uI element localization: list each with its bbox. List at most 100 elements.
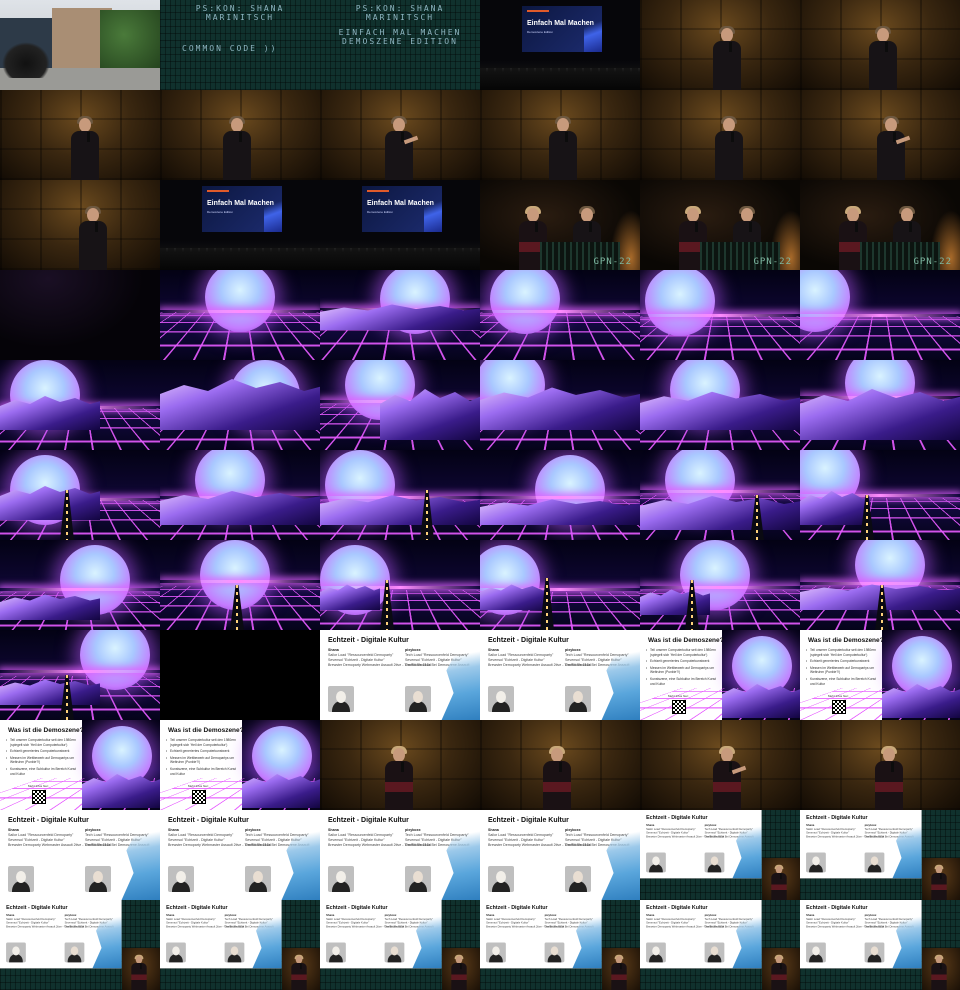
frame-tile [160, 630, 320, 720]
avatar-right [864, 942, 885, 963]
frame-tile: Was ist die Demoszene? Teil unserer Compu… [160, 720, 320, 810]
decorative-wave [252, 900, 282, 969]
frame-tile [800, 720, 960, 810]
speaker-figure [930, 864, 949, 900]
slide-title: Echtzeit - Digitale Kultur [166, 905, 228, 911]
qr-code [32, 790, 46, 804]
frame-tile [0, 360, 160, 450]
speaker-figure [866, 26, 900, 90]
slide-echtzeit: Echtzeit - Digitale Kultur Shana Sailor Lo… [320, 900, 442, 969]
speaker-camera [762, 948, 800, 990]
slide-echtzeit: Echtzeit - Digitale Kultur Shana Sailor Lo… [480, 810, 640, 900]
avatar-right [245, 866, 271, 892]
avatar-left [806, 852, 826, 873]
horizon-glow [160, 310, 320, 313]
bullet-item: Messen im Wettbewerb auf Demopartys um W… [166, 756, 240, 765]
slide-inset: Echtzeit - Digitale Kultur Shana Sailor Lo… [320, 900, 442, 969]
microphone-icon [780, 963, 782, 970]
frame-tile: Einfach Mal Machen Demoszene Edition [160, 180, 320, 270]
bullet-item: Teil unserer Computerkultur seit den 198… [646, 648, 720, 657]
microphone-icon [87, 132, 90, 142]
horizon-glow [640, 314, 800, 317]
frame-tile [320, 540, 480, 630]
microphone-icon [300, 963, 302, 970]
qr-caption: Mehr Infos hier: [188, 784, 209, 788]
microphone-icon [565, 132, 568, 142]
speaker-figure [546, 116, 580, 180]
avatar-right [85, 866, 111, 892]
frame-tile: Echtzeit - Digitale Kultur Shana Sailor Lo… [160, 810, 320, 900]
frame-tile [320, 270, 480, 360]
slide-echtzeit: Echtzeit - Digitale Kultur Shana Sailor Lo… [160, 810, 320, 900]
frame-tile: Echtzeit - Digitale Kultur Shana Sailor Lo… [800, 900, 960, 990]
slide-demoszene: Was ist die Demoszene? Teil unserer Compu… [640, 630, 800, 720]
frame-tile [800, 540, 960, 630]
microphone-icon [239, 132, 242, 142]
slide-title: Echtzeit - Digitale Kultur [646, 905, 708, 911]
frame-tile: Echtzeit - Digitale Kultur Shana Sailor Lo… [480, 900, 640, 990]
speaker-figure [382, 746, 416, 810]
slide-title: Was ist die Demoszene? [648, 637, 724, 644]
microphone-icon [589, 222, 592, 232]
projection-subtitle: Demoszene Edition [367, 210, 394, 214]
microphone-icon [620, 963, 622, 970]
microphone-icon [855, 222, 858, 232]
frame-tile: Echtzeit - Digitale Kultur Shana Sailor Lo… [480, 630, 640, 720]
frame-tile: Was ist die Demoszene? Teil unserer Compu… [800, 630, 960, 720]
avatar-left [328, 866, 354, 892]
avatar-right [864, 852, 885, 873]
microphone-icon [535, 222, 538, 232]
speaker-figure [610, 954, 629, 990]
bullet-item: Echtzeit generiertes Computerkunstwerk [166, 749, 240, 754]
frame-tile: Echtzeit - Digitale Kultur Shana Sailor Lo… [640, 810, 800, 900]
frame-tile [320, 720, 480, 810]
projection-subtitle: Demoszene Edition [527, 30, 554, 34]
microphone-icon [729, 42, 732, 52]
horizon-glow [800, 314, 960, 317]
slide-title: Echtzeit - Digitale Kultur [328, 817, 409, 824]
frame-tile [0, 540, 160, 630]
decorative-wave [441, 810, 480, 900]
horizon-glow [800, 494, 960, 497]
bullet-item: Kunstszene, eine Subkultur im Bereich Ku… [646, 677, 720, 686]
qr-caption: Mehr Infos hier: [668, 694, 689, 698]
slide-inset: Echtzeit - Digitale Kultur Shana Sailor Lo… [800, 900, 922, 969]
decorative-wave [281, 810, 320, 900]
slide-echtzeit: Echtzeit - Digitale Kultur Shana Sailor Lo… [480, 630, 640, 720]
frame-tile [640, 270, 800, 360]
speaker-figure [76, 206, 110, 270]
microphone-icon [460, 963, 462, 970]
frame-tile [480, 90, 640, 180]
video-frame-contact-sheet: PS:KON: SHANA MARINITSCH COMMON CODE )) PS:… [0, 0, 960, 990]
microphone-icon [695, 222, 698, 232]
slide-inset: Echtzeit - Digitale Kultur Shana Sailor Lo… [640, 900, 762, 969]
frame-tile: PS:KON: SHANA MARINITSCH COMMON CODE )) [160, 0, 320, 90]
avatar-left [6, 942, 26, 963]
frame-tile [800, 450, 960, 540]
slide-title: Echtzeit - Digitale Kultur [8, 817, 89, 824]
slide-inset: Echtzeit - Digitale Kultur Shana Sailor Lo… [160, 900, 282, 969]
slide-echtzeit: Echtzeit - Digitale Kultur Shana Sailor Lo… [0, 900, 122, 969]
microphone-icon [780, 873, 782, 880]
audience [320, 240, 480, 270]
frame-tile [640, 720, 800, 810]
board-name-line2: MARINITSCH [205, 13, 275, 22]
horizon-glow [640, 586, 800, 589]
decorative-wave [601, 810, 640, 900]
slide-title: Was ist die Demoszene? [8, 727, 84, 734]
decorative-wave [892, 810, 922, 879]
bullet-item: Messen im Wettbewerb auf Demopartys um W… [806, 666, 880, 675]
frame-tile [160, 450, 320, 540]
board-name-line1: PS:KON: SHANA [195, 4, 285, 13]
microphone-icon [749, 222, 752, 232]
frame-tile [800, 90, 960, 180]
slide-title: Echtzeit - Digitale Kultur [326, 905, 388, 911]
projection-subtitle: Demoszene Edition [207, 210, 234, 214]
speaker-figure [130, 954, 149, 990]
frame-tile [480, 450, 640, 540]
horizon-glow [480, 310, 640, 313]
decorative-wave [412, 900, 442, 969]
decorative-wave [892, 900, 922, 969]
slide-title: Echtzeit - Digitale Kultur [488, 817, 569, 824]
microphone-icon [731, 132, 734, 142]
